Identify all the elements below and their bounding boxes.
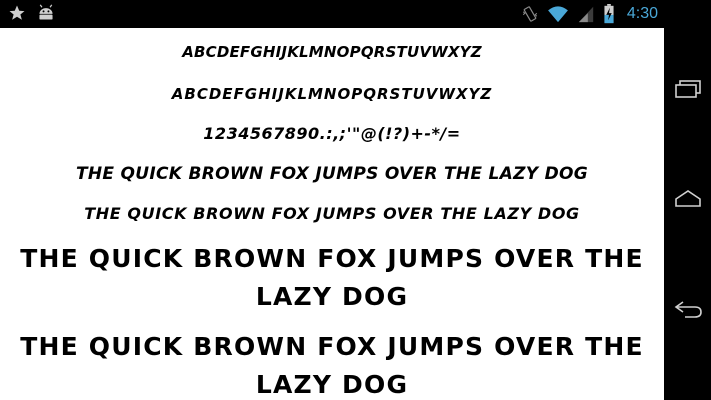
home-icon xyxy=(673,188,703,210)
status-clock: 4:30 xyxy=(626,5,658,22)
recent-apps-icon xyxy=(673,78,703,100)
battery-charging-icon xyxy=(603,4,615,24)
preview-uppercase-small: ABCDEFGHIJKLMNOPQRSTUVWXYZ xyxy=(182,43,482,61)
navigation-bar xyxy=(664,0,711,400)
wifi-icon xyxy=(547,5,569,23)
font-preview-area: ABCDEFGHIJKLMNOPQRSTUVWXYZ ABCDEFGHIJKLM… xyxy=(0,28,664,400)
system-status: 4:30 xyxy=(521,4,658,24)
preview-pangram-small: THE QUICK BROWN FOX JUMPS OVER THE LAZY … xyxy=(84,204,580,223)
preview-pangram-medium: THE QUICK BROWN FOX JUMPS OVER THE LAZY … xyxy=(76,164,588,184)
signal-icon xyxy=(577,5,595,23)
home-button[interactable] xyxy=(672,185,704,213)
star-icon xyxy=(8,4,26,22)
status-bar: 4:30 xyxy=(0,0,664,28)
notification-icons xyxy=(8,4,56,22)
device-screen: 4:30 ABCDEFGHIJKLMNOPQRSTUVWXYZ ABCDEFGH… xyxy=(0,0,711,400)
back-button[interactable] xyxy=(672,295,704,323)
preview-pangram-large: THE QUICK BROWN FOX JUMPS OVER THE LAZY … xyxy=(20,244,644,311)
back-icon xyxy=(673,298,703,320)
preview-pangram-large-2: THE QUICK BROWN FOX JUMPS OVER THE LAZY … xyxy=(20,332,644,399)
preview-numerals-punctuation: 1234567890.:,;'"@(!?)+-*/= xyxy=(203,124,461,143)
android-icon xyxy=(36,4,56,22)
vibrate-icon xyxy=(521,5,539,23)
recent-apps-button[interactable] xyxy=(672,75,704,103)
preview-uppercase: ABCDEFGHIJKLMNOPQRSTUVWXYZ xyxy=(171,85,493,103)
